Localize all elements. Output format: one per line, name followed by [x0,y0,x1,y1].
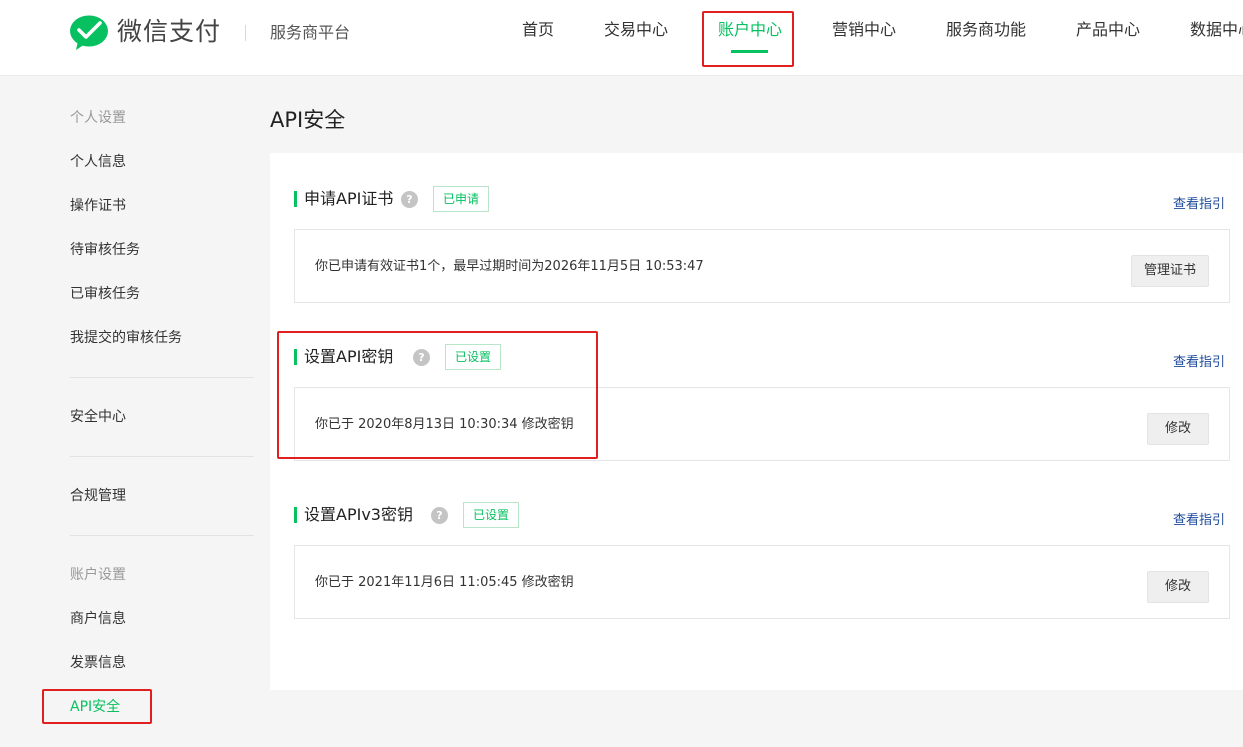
top-header: 微信支付 服务商平台 首页 交易中心 账户中心 营销中心 服务商功能 产品中心 … [0,0,1243,76]
wechat-pay-logo-icon[interactable] [69,14,109,52]
info-text-api-cert: 你已申请有效证书1个，最早过期时间为2026年11月5日 10:53:47 [315,259,704,274]
sidebar-item-compliance[interactable]: 合规管理 [70,486,126,506]
guide-link-api-cert[interactable]: 查看指引 [1173,196,1225,214]
section-marker [294,507,297,523]
nav-transactions[interactable]: 交易中心 [604,19,668,41]
guide-link-api-key[interactable]: 查看指引 [1173,354,1225,372]
section-marker [294,191,297,207]
brand-name[interactable]: 微信支付 [117,16,221,48]
nav-products[interactable]: 产品中心 [1076,19,1140,41]
sidebar-group-personal: 个人设置 [70,110,126,126]
modify-api-key-button[interactable]: 修改 [1147,413,1209,445]
help-icon[interactable]: ? [431,507,448,524]
page-title: API安全 [270,108,346,132]
nav-marketing[interactable]: 营销中心 [832,19,896,41]
section-title-api-cert: 申请API证书 [304,189,394,208]
sidebar-item-reviewed-tasks[interactable]: 已审核任务 [70,284,140,304]
modify-apiv3-key-button[interactable]: 修改 [1147,571,1209,603]
nav-data-center[interactable]: 数据中心 [1190,19,1243,41]
sidebar-divider [70,456,254,457]
nav-home[interactable]: 首页 [522,19,554,41]
sidebar-divider [70,377,254,378]
section-highlight-box [277,331,598,459]
sidebar-item-invoice-info[interactable]: 发票信息 [70,653,126,673]
guide-link-apiv3-key[interactable]: 查看指引 [1173,512,1225,530]
info-text-apiv3-key: 你已于 2021年11月6日 11:05:45 修改密钥 [315,575,574,590]
info-box-apiv3-key: 你已于 2021年11月6日 11:05:45 修改密钥 修改 [294,545,1230,619]
section-title-apiv3-key: 设置APIv3密钥 [304,505,413,524]
sidebar-highlight-box [42,689,152,724]
sidebar-item-personal-info[interactable]: 个人信息 [70,152,126,172]
sidebar-item-submitted-tasks[interactable]: 我提交的审核任务 [70,328,182,348]
help-icon[interactable]: ? [401,191,418,208]
status-badge-applied: 已申请 [433,186,490,212]
sidebar-group-account: 账户设置 [70,567,126,583]
sidebar-divider [70,535,254,536]
manage-cert-button[interactable]: 管理证书 [1131,255,1209,287]
brand-divider [245,25,246,41]
status-badge-set: 已设置 [463,502,520,528]
sidebar-item-pending-tasks[interactable]: 待审核任务 [70,240,140,260]
nav-highlight-box [702,11,794,67]
nav-provider-functions[interactable]: 服务商功能 [946,19,1026,41]
sidebar-item-operation-cert[interactable]: 操作证书 [70,196,126,216]
sidebar-item-security-center[interactable]: 安全中心 [70,407,126,427]
info-box-api-cert: 你已申请有效证书1个，最早过期时间为2026年11月5日 10:53:47 管理… [294,229,1230,303]
sidebar-item-merchant-info[interactable]: 商户信息 [70,609,126,629]
platform-name: 服务商平台 [270,23,351,42]
